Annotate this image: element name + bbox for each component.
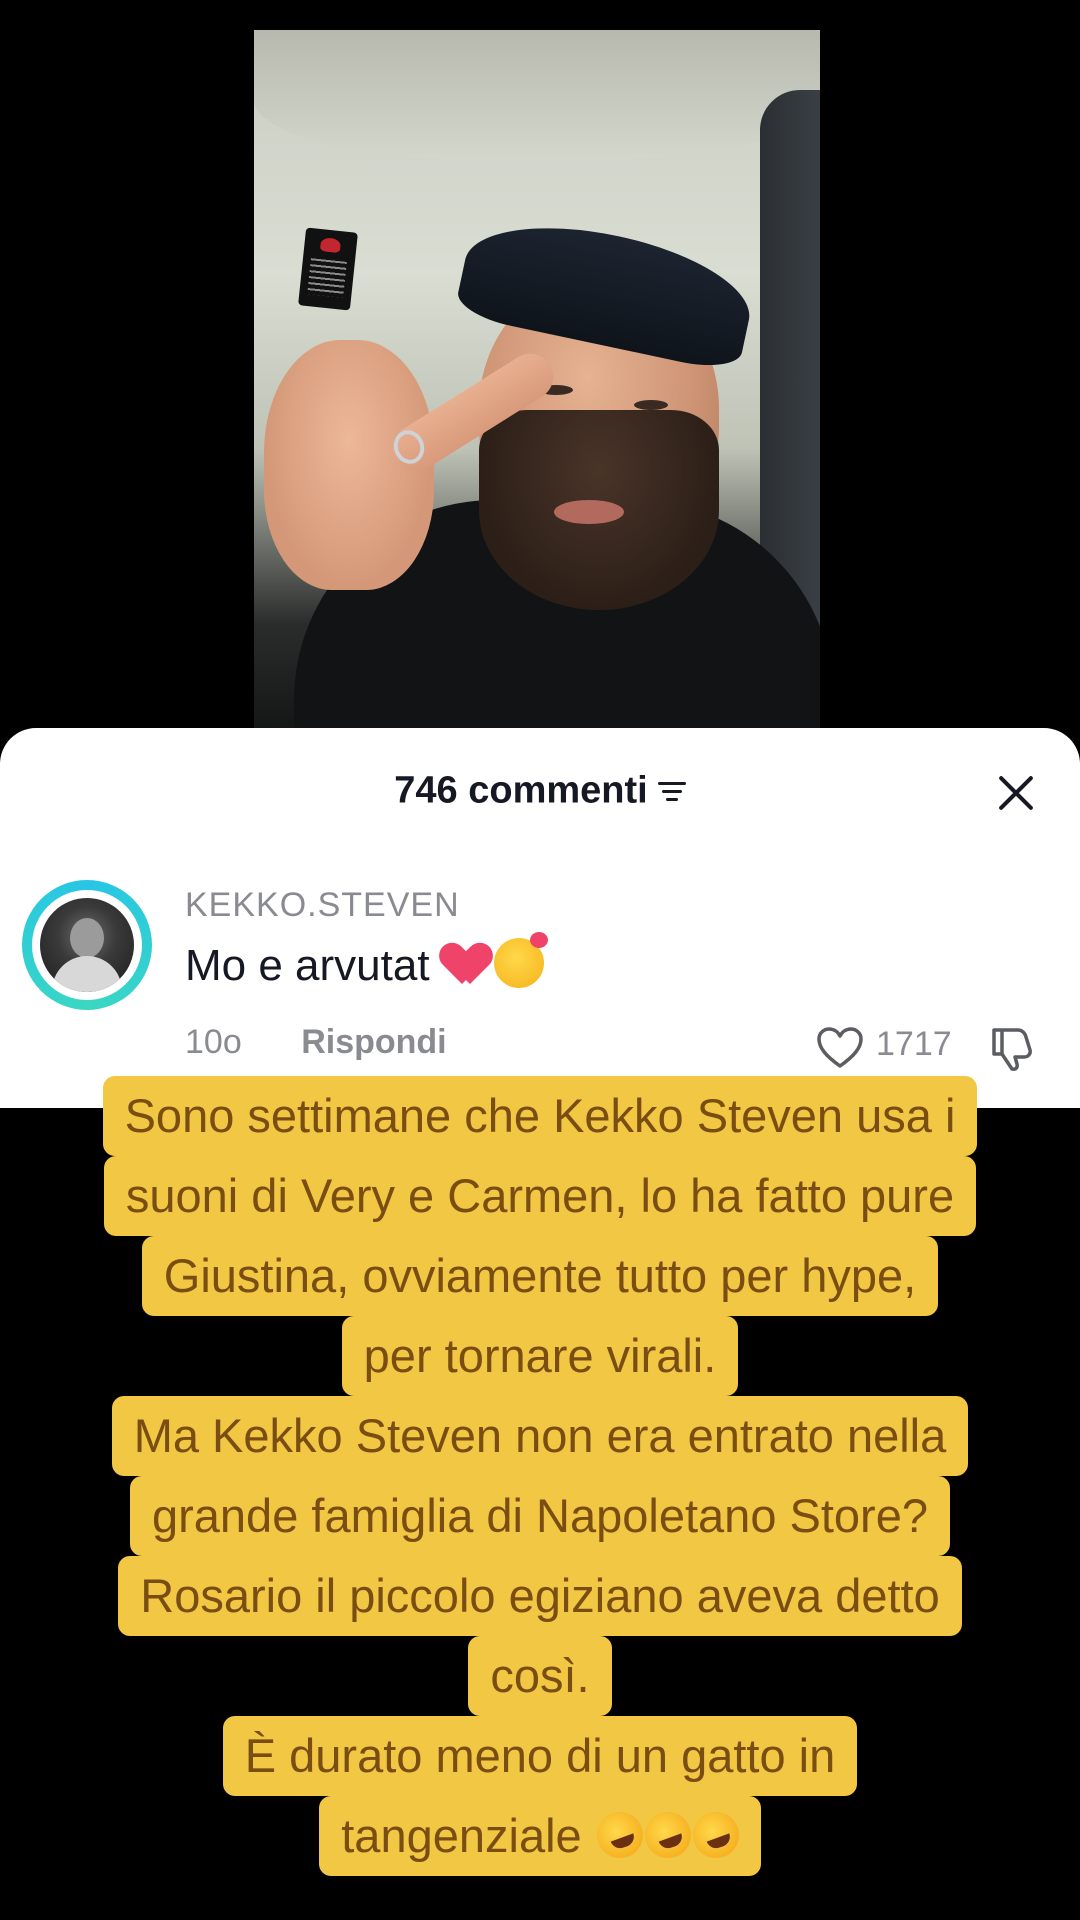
smiling-face-with-hearts-icon <box>493 932 548 988</box>
close-icon[interactable] <box>992 768 1040 816</box>
caption-line: suoni di Very e Carmen, lo ha fatto pure <box>103 1156 977 1236</box>
comment-time: 10o <box>185 1023 242 1061</box>
caption-line-last: tangenziale <box>319 1796 761 1876</box>
sticker-image <box>298 227 358 311</box>
heart-emoji-icon <box>444 944 488 984</box>
rofl-emoji-icon <box>686 1805 746 1865</box>
rofl-emoji-icon <box>590 1805 650 1865</box>
caption-line: per tornare virali. <box>341 1316 739 1396</box>
comments-count-title: 746 commenti <box>394 769 648 812</box>
avatar-image <box>40 898 134 992</box>
comment-meta: 10o Rispondi <box>185 1023 447 1062</box>
avatar-border <box>32 890 142 1000</box>
caption-line: grande famiglia di Napoletano Store? <box>129 1476 950 1556</box>
rofl-emoji-icon <box>638 1805 698 1865</box>
reply-button[interactable]: Rispondi <box>301 1023 446 1062</box>
caption-line: Sono settimane che Kekko Steven usa i <box>102 1076 978 1156</box>
comment-body: Mo e arvutat <box>185 941 430 990</box>
comments-sheet: 746 commenti KEKKO.STEVEN Mo e arvutat 1… <box>0 728 1080 1108</box>
comments-header: 746 commenti <box>0 768 1080 812</box>
person-mouth <box>554 500 624 524</box>
caption-overlay: Sono settimane che Kekko Steven usa i su… <box>0 1076 1080 1876</box>
video-frame[interactable] <box>254 30 820 728</box>
caption-line: Giustina, ovviamente tutto per hype, <box>141 1236 939 1316</box>
like-count: 1717 <box>876 1025 952 1063</box>
sort-filter-icon[interactable] <box>657 780 686 802</box>
heart-icon[interactable] <box>816 1026 864 1070</box>
caption-line: Ma Kekko Steven non era entrato nella <box>111 1396 969 1476</box>
caption-line-text: tangenziale <box>341 1809 582 1862</box>
avatar[interactable] <box>22 880 152 1010</box>
comment-text: Mo e arvutat <box>185 932 548 991</box>
person-eye-right <box>634 400 668 410</box>
comment-username[interactable]: KEKKO.STEVEN <box>185 886 460 925</box>
caption-line: così. <box>468 1636 612 1716</box>
caption-line: Rosario il piccolo egiziano aveva detto <box>118 1556 962 1636</box>
car-ceiling <box>254 30 820 160</box>
thumbs-down-icon[interactable] <box>988 1024 1036 1072</box>
caption-line: È durato meno di un gatto in <box>222 1716 858 1796</box>
